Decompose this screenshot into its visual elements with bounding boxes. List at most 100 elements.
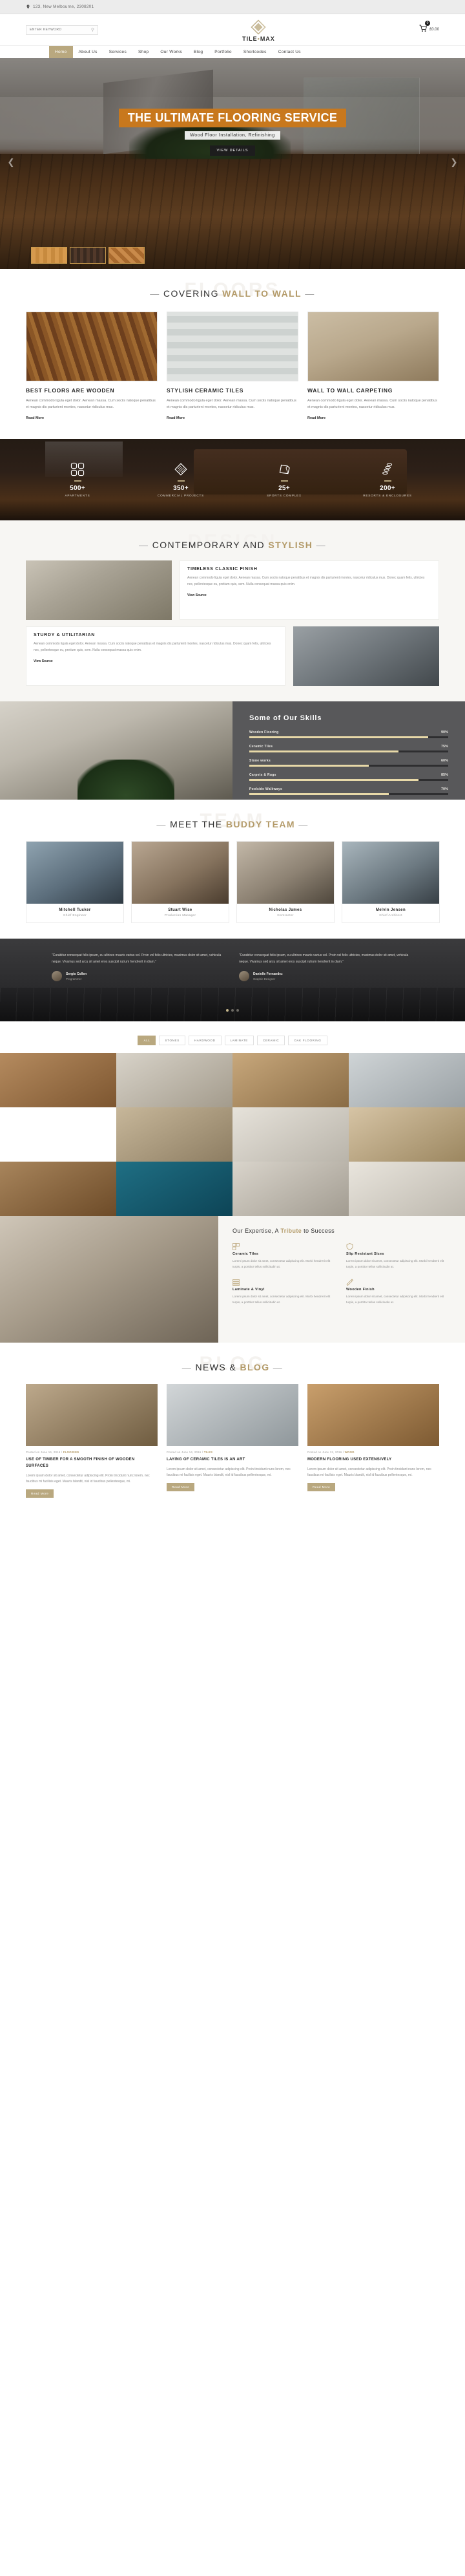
skill-bar-label: Poolside Walkways — [249, 787, 283, 792]
team-member-card[interactable]: Mitchell Tucker Chief Engineer — [26, 841, 124, 924]
portfolio-item[interactable] — [0, 1053, 116, 1108]
contemporary-block-b-link[interactable]: View Source — [34, 659, 53, 663]
blog-post-card: Posted on June 16, 2016 / FLOORING USE OF… — [26, 1384, 158, 1498]
portfolio-item[interactable] — [116, 1162, 232, 1217]
blog-post-title[interactable]: LAYING OF CERAMIC TILES IS AN ART — [167, 1457, 298, 1464]
nav-item-about-us[interactable]: About Us — [73, 46, 103, 58]
skill-bar: Wooden Flooring 90% — [249, 730, 448, 739]
portfolio-filter-oak-flooring[interactable]: OAK FLOORING — [288, 1036, 327, 1046]
service-card-read-more[interactable]: Read More — [307, 416, 326, 420]
expertise-item-text: Lorem ipsum dolor sit amet, consectetur … — [346, 1259, 444, 1268]
contemporary-block-a-link[interactable]: View Source — [187, 593, 207, 597]
blog-post-read-more-button[interactable]: Read More — [167, 1483, 195, 1492]
hero-banner: ❮ ❯ THE ULTIMATE FLOORING SERVICE Wood F… — [0, 58, 465, 269]
hero-prev-arrow-icon[interactable]: ❮ — [6, 155, 16, 169]
portfolio-item[interactable] — [232, 1053, 349, 1108]
blog-post-tag[interactable]: TILES — [204, 1451, 212, 1454]
service-card-image — [167, 312, 298, 381]
blog-heading-block: BLOG — NEWS & BLOG — — [26, 1343, 439, 1376]
covering-title: — COVERING WALL TO WALL — — [26, 288, 439, 299]
search-input[interactable] — [30, 28, 81, 32]
testimonial-author-name: Sergio Collen — [66, 972, 87, 976]
hero-swatch-thumbnails[interactable] — [31, 247, 145, 264]
service-card: WALL TO WALL CARPETING Aenean commodo lig… — [307, 312, 439, 422]
portfolio-item[interactable] — [232, 1107, 349, 1162]
blog-post-title[interactable]: USE OF TIMBER FOR A SMOOTH FINISH OF WOO… — [26, 1457, 158, 1469]
covering-title-plain: COVERING — [163, 288, 219, 299]
team-member-card[interactable]: Nicholas James Contractor — [236, 841, 335, 924]
testimonial-dot[interactable] — [236, 1009, 239, 1012]
hero-view-details-button[interactable]: VIEW DETAILS — [209, 145, 256, 156]
portfolio-item[interactable] — [349, 1053, 465, 1108]
team-section: TEAM — MEET THE BUDDY TEAM — Mitchell Tu… — [26, 800, 440, 939]
nav-item-portfolio[interactable]: Portfolio — [209, 46, 238, 58]
blog-post-title[interactable]: MODERN FLOORING USED EXTENSIVELY — [307, 1457, 439, 1464]
nav-item-services[interactable]: Services — [103, 46, 132, 58]
four-tiles-icon — [26, 461, 129, 478]
team-title-accent: BUDDY TEAM — [225, 819, 295, 830]
skill-bar-percent: 75% — [441, 745, 448, 749]
blog-post-tag[interactable]: FLOORING — [63, 1451, 79, 1454]
search-box[interactable]: ⚲ — [26, 25, 98, 35]
nav-item-blog[interactable]: Blog — [188, 46, 209, 58]
hero-next-arrow-icon[interactable]: ❯ — [450, 155, 459, 169]
nav-item-shortcodes[interactable]: Shortcodes — [238, 46, 273, 58]
testimonials-pagination[interactable] — [0, 1003, 465, 1015]
stat-item: 350+ COMMERCIAL PROJECTS — [129, 461, 232, 497]
service-card-read-more[interactable]: Read More — [26, 416, 44, 420]
skill-bar-track — [249, 750, 448, 753]
portfolio-filter-hardwood[interactable]: HARDWOOD — [188, 1036, 222, 1046]
expertise-heading: Our Expertise, A Tribute to Success — [232, 1228, 451, 1234]
service-card-read-more[interactable]: Read More — [167, 416, 185, 420]
portfolio-item[interactable] — [116, 1053, 232, 1108]
expertise-item: Wooden Finish Lorem ipsum dolor sit amet,… — [346, 1277, 451, 1305]
expertise-item-text: Lorem ipsum dolor sit amet, consectetur … — [232, 1259, 331, 1268]
blog-post-card: Posted on June 14, 2016 / TILES LAYING OF… — [167, 1384, 298, 1498]
portfolio-item[interactable] — [0, 1162, 116, 1217]
stat-label: SPORTS COMPLEX — [267, 494, 302, 498]
nav-item-home[interactable]: Home — [49, 46, 73, 58]
team-member-role: Contractor — [277, 914, 294, 918]
light-oak-swatch[interactable] — [31, 247, 67, 264]
contemporary-title: — CONTEMPORARY AND STYLISH — — [26, 540, 439, 550]
nav-item-shop[interactable]: Shop — [132, 46, 154, 58]
covering-heading-block: FLOORS — COVERING WALL TO WALL — — [26, 269, 439, 303]
skill-bar-label: Wooden Flooring — [249, 730, 279, 735]
portfolio-filter-laminate[interactable]: LAMINATE — [224, 1036, 254, 1046]
portfolio-item[interactable] — [349, 1107, 465, 1162]
covering-dash-left: — — [150, 288, 160, 299]
blog-post-read-more-button[interactable]: Read More — [307, 1483, 336, 1492]
portfolio-filter-ceramic[interactable]: CERAMIC — [256, 1036, 285, 1046]
blog-post-card: Posted on June 12, 2016 / WOOD MODERN FLO… — [307, 1384, 439, 1498]
blog-post-tag[interactable]: WOOD — [345, 1451, 355, 1454]
blog-post-date: Posted on June 12, 2016 — [307, 1451, 342, 1454]
portfolio-item[interactable] — [0, 1107, 116, 1162]
contemporary-dash-left: — — [139, 540, 149, 551]
skill-bar-label: Ceramic Tiles — [249, 745, 273, 749]
blog-dash-left: — — [181, 1362, 192, 1373]
skill-bar-percent: 60% — [441, 759, 448, 763]
portfolio-filter-bar: ALL STONES HARDWOOD LAMINATE CERAMIC OAK FLOO… — [0, 1021, 465, 1053]
search-icon[interactable]: ⚲ — [91, 27, 94, 32]
cart-widget[interactable]: 0 £0.00 — [419, 21, 439, 36]
portfolio-item[interactable] — [116, 1107, 232, 1162]
skill-bar-label: Carpets & Rugs — [249, 773, 276, 778]
portfolio-item[interactable] — [349, 1162, 465, 1217]
site-logo[interactable]: TILE•MAX — [242, 19, 275, 42]
blog-post-image — [307, 1384, 439, 1447]
nav-item-contact-us[interactable]: Contact Us — [273, 46, 307, 58]
portfolio-item[interactable] — [232, 1162, 349, 1217]
dark-walnut-swatch[interactable] — [70, 247, 106, 264]
team-member-card[interactable]: Stuart Wise Production Manager — [131, 841, 229, 924]
testimonial-dot[interactable] — [231, 1009, 234, 1012]
shopping-cart-icon[interactable]: 0 — [419, 21, 430, 36]
wooden-finish-icon — [346, 1277, 353, 1286]
testimonial-dot[interactable] — [226, 1009, 229, 1012]
portfolio-filter-stones[interactable]: STONES — [159, 1036, 185, 1046]
testimonial: “Curabitur consequat felis ipsum, eu ult… — [239, 953, 409, 982]
portfolio-filter-all[interactable]: ALL — [138, 1036, 156, 1046]
nav-item-our-works[interactable]: Our Works — [154, 46, 188, 58]
team-member-card[interactable]: Melvin Jensen Chief Architect — [342, 841, 440, 924]
herringbone-swatch[interactable] — [108, 247, 145, 264]
blog-post-read-more-button[interactable]: Read More — [26, 1489, 54, 1498]
